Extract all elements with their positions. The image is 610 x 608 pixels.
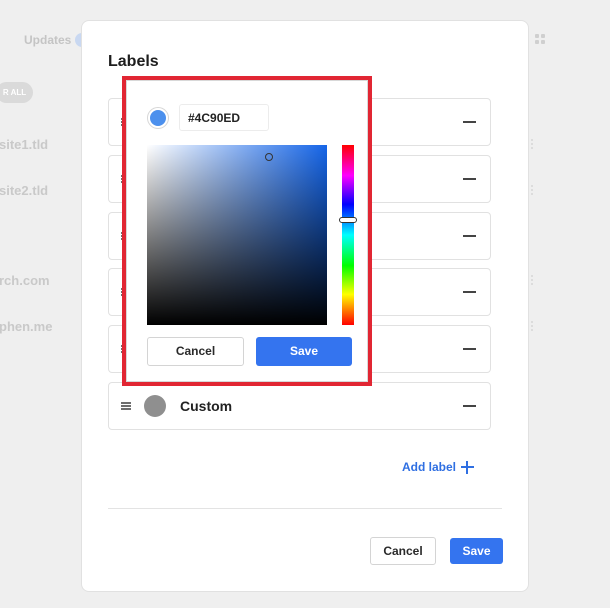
modal-save-button[interactable]: Save xyxy=(450,538,503,564)
drag-handle-icon[interactable] xyxy=(121,402,131,410)
picker-save-button[interactable]: Save xyxy=(256,337,352,366)
kebab-icon xyxy=(531,275,534,286)
saturation-area[interactable] xyxy=(147,145,327,325)
minus-icon[interactable] xyxy=(462,113,478,131)
bg-select-all-pill: R ALL xyxy=(0,82,33,103)
saturation-handle[interactable] xyxy=(265,153,273,161)
modal-title: Labels xyxy=(108,53,159,70)
grid-icon xyxy=(535,34,546,45)
kebab-icon xyxy=(531,321,534,332)
color-picker-popover: Cancel Save xyxy=(122,76,372,386)
bg-site-item: phen.me xyxy=(0,319,53,334)
label-name[interactable]: Custom xyxy=(180,398,232,414)
modal-cancel-button[interactable]: Cancel xyxy=(370,537,436,565)
hex-color-input[interactable] xyxy=(179,104,269,131)
bg-site-item: site2.tld xyxy=(0,183,49,198)
hue-slider-handle[interactable] xyxy=(339,217,357,223)
color-picker-panel: Cancel Save xyxy=(126,80,368,382)
divider xyxy=(108,508,502,509)
minus-icon[interactable] xyxy=(462,283,478,301)
selected-color-swatch xyxy=(147,107,169,129)
kebab-icon xyxy=(531,139,534,150)
add-label-button[interactable]: Add label xyxy=(402,460,456,474)
minus-icon[interactable] xyxy=(462,170,478,188)
minus-icon[interactable] xyxy=(462,397,478,415)
label-row-custom: Custom xyxy=(108,382,491,430)
bg-updates-tab: Updates xyxy=(24,33,72,47)
hue-slider[interactable] xyxy=(339,145,357,325)
bg-site-item: rch.com xyxy=(0,273,50,288)
bg-site-item: site1.tld xyxy=(0,137,49,152)
picker-cancel-button[interactable]: Cancel xyxy=(147,337,244,366)
plus-icon[interactable] xyxy=(460,460,475,475)
minus-icon[interactable] xyxy=(462,227,478,245)
minus-icon[interactable] xyxy=(462,340,478,358)
kebab-icon xyxy=(531,185,534,196)
label-color-swatch[interactable] xyxy=(144,395,166,417)
